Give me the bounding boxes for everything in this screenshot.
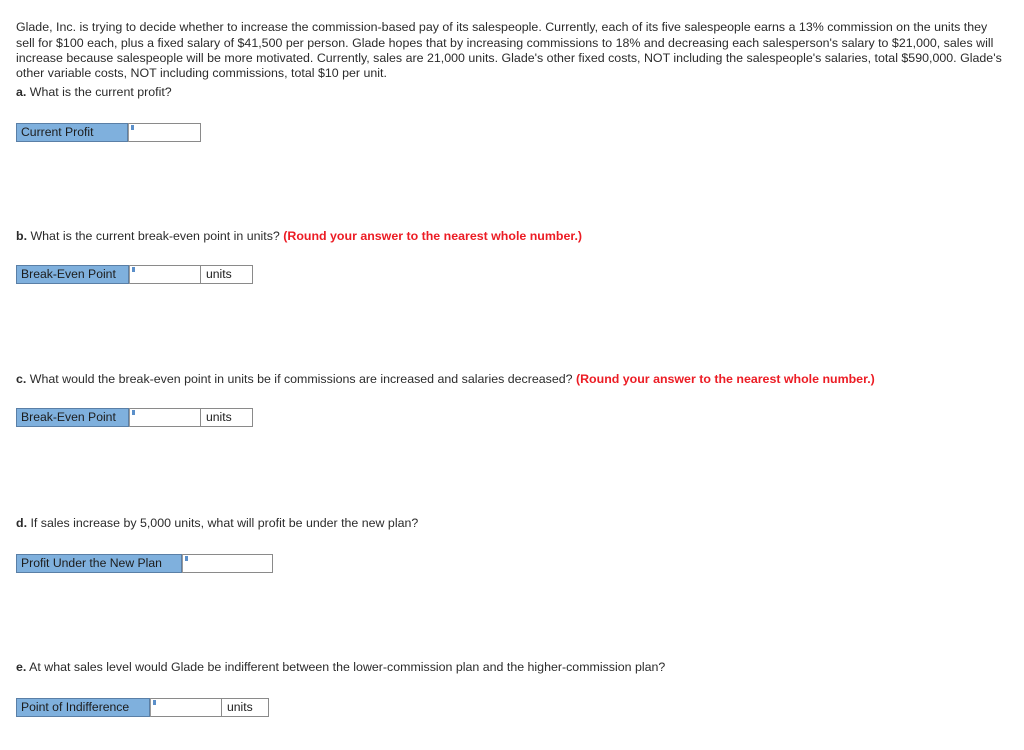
- answer-input-break-even-point-b[interactable]: [130, 266, 200, 284]
- worksheet-page: Glade, Inc. is trying to decide whether …: [0, 0, 1024, 750]
- answer-row-a: Current Profit: [16, 123, 201, 142]
- answer-row-b: Break-Even Point units: [16, 265, 253, 284]
- answer-row-e: Point of Indifference units: [16, 698, 269, 717]
- answer-input-break-even-point-c[interactable]: [130, 409, 200, 427]
- answer-label-profit-under-new-plan: Profit Under the New Plan: [16, 554, 182, 573]
- question-c-prompt: c. What would the break-even point in un…: [16, 372, 875, 387]
- answer-units-c: units: [201, 408, 253, 427]
- question-d-text: If sales increase by 5,000 units, what w…: [30, 516, 419, 530]
- answer-input-cell-e[interactable]: [150, 698, 222, 717]
- question-b-letter: b.: [16, 229, 28, 243]
- question-c-letter: c.: [16, 372, 27, 386]
- answer-input-cell-a[interactable]: [128, 123, 201, 142]
- answer-input-point-of-indifference[interactable]: [151, 699, 221, 717]
- question-a-letter: a.: [16, 85, 27, 99]
- answer-input-profit-under-new-plan[interactable]: [183, 555, 272, 573]
- answer-label-break-even-point-c: Break-Even Point: [16, 408, 129, 427]
- question-b-round-note: (Round your answer to the nearest whole …: [283, 229, 583, 243]
- scenario-paragraph: Glade, Inc. is trying to decide whether …: [16, 20, 1002, 80]
- answer-input-cell-b[interactable]: [129, 265, 201, 284]
- answer-input-current-profit[interactable]: [129, 124, 200, 142]
- question-e-text: At what sales level would Glade be indif…: [29, 660, 666, 674]
- question-d-letter: d.: [16, 516, 28, 530]
- answer-label-break-even-point-b: Break-Even Point: [16, 265, 129, 284]
- question-b-prompt: b. What is the current break-even point …: [16, 229, 582, 244]
- question-c-round-note: (Round your answer to the nearest whole …: [575, 372, 875, 386]
- answer-units-e: units: [222, 698, 269, 717]
- answer-row-c: Break-Even Point units: [16, 408, 253, 427]
- answer-label-point-of-indifference: Point of Indifference: [16, 698, 150, 717]
- question-a-text: What is the current profit?: [29, 85, 172, 99]
- question-e-letter: e.: [16, 660, 27, 674]
- answer-input-cell-c[interactable]: [129, 408, 201, 427]
- answer-row-d: Profit Under the New Plan: [16, 554, 273, 573]
- question-c-text: What would the break-even point in units…: [29, 372, 573, 386]
- answer-input-cell-d[interactable]: [182, 554, 273, 573]
- answer-label-current-profit: Current Profit: [16, 123, 128, 142]
- question-e-prompt: e. At what sales level would Glade be in…: [16, 660, 665, 675]
- question-b-text: What is the current break-even point in …: [30, 229, 280, 243]
- question-d-prompt: d. If sales increase by 5,000 units, wha…: [16, 516, 418, 531]
- question-a-prompt: a. What is the current profit?: [16, 85, 172, 100]
- answer-units-b: units: [201, 265, 253, 284]
